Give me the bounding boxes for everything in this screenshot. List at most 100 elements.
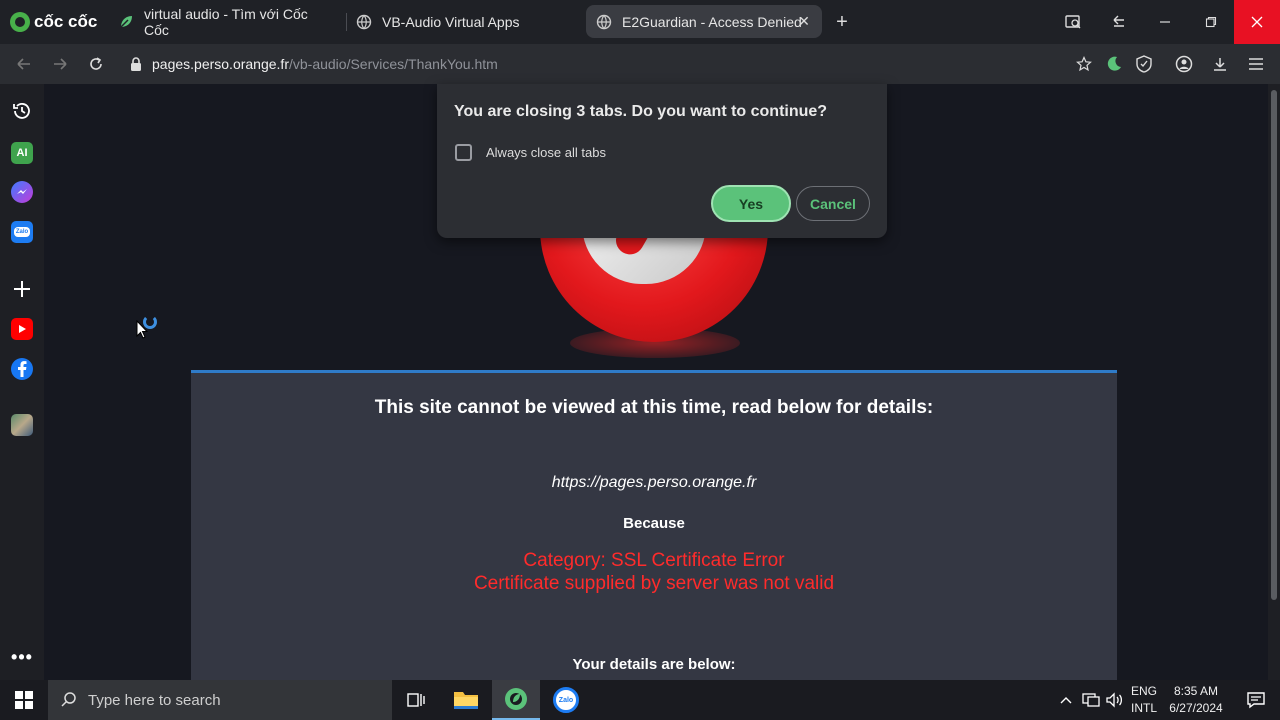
restore-icon — [1205, 16, 1217, 28]
folder-icon — [454, 692, 478, 709]
clock-time: 8:35 AM — [1173, 684, 1219, 698]
globe-icon — [596, 14, 612, 30]
dialog-title: You are closing 3 tabs. Do you want to c… — [454, 103, 828, 120]
forward-button[interactable] — [50, 54, 70, 74]
globe-icon — [356, 14, 372, 30]
zalo-icon-label: Zalo — [13, 227, 31, 237]
zalo-taskbar-label: Zalo — [558, 696, 574, 704]
profile-button[interactable] — [1174, 54, 1194, 74]
tab-title: VB-Audio Virtual Apps — [382, 13, 520, 30]
youtube-icon[interactable] — [11, 318, 33, 340]
tab-e2guardian[interactable]: E2Guardian - Access Denied ✕ — [586, 5, 822, 38]
shield-icon — [1136, 55, 1152, 73]
undo-arrow-icon — [1113, 15, 1124, 27]
moon-icon — [1107, 56, 1121, 71]
new-tab-button[interactable]: + — [832, 12, 852, 32]
ai-icon[interactable]: AI — [11, 142, 33, 164]
yes-button[interactable]: Yes — [711, 185, 791, 222]
coccoc-icon — [505, 688, 527, 710]
volume-button[interactable] — [1104, 680, 1126, 720]
tab-search-button[interactable] — [1050, 0, 1096, 44]
browser-logo[interactable]: cốc cốc — [10, 10, 97, 34]
hamburger-menu-icon — [1249, 58, 1263, 70]
language-code: ENG — [1130, 684, 1157, 698]
minimize-button[interactable] — [1142, 0, 1188, 44]
zalo-icon[interactable]: Zalo — [11, 221, 33, 243]
blocked-url: https://pages.perso.orange.fr — [551, 474, 757, 491]
notification-icon — [1247, 692, 1265, 709]
lock-icon — [131, 57, 141, 71]
arrow-right-icon — [54, 58, 67, 70]
adblock-button[interactable] — [1134, 54, 1154, 74]
messenger-icon[interactable] — [11, 181, 33, 203]
reload-button[interactable] — [86, 54, 106, 74]
windows-logo-icon — [15, 691, 33, 709]
coccoc-leaf-icon — [118, 14, 134, 30]
task-view-icon — [407, 693, 425, 707]
page-scrollbar[interactable] — [1268, 84, 1280, 680]
tab-search-icon — [1065, 15, 1081, 29]
minimize-icon — [1160, 21, 1170, 23]
history-icon[interactable] — [11, 100, 33, 122]
tab-bar: cốc cốc virtual audio - Tìm với Cốc Cốc … — [0, 0, 1280, 44]
error-reason: Certificate supplied by server was not v… — [473, 573, 835, 594]
facebook-icon[interactable] — [11, 358, 33, 380]
dark-mode-button[interactable] — [1104, 54, 1124, 74]
taskbar-search[interactable]: Type here to search — [48, 680, 392, 720]
task-view-button[interactable] — [392, 680, 440, 720]
zalo-taskbar-button[interactable]: Zalo — [542, 680, 590, 720]
coccoc-taskbar-button[interactable] — [492, 680, 540, 720]
keyboard-layout: INTL — [1130, 701, 1157, 715]
browser-brand: cốc cốc — [34, 12, 98, 31]
loading-spinner-icon — [143, 315, 157, 329]
always-close-label[interactable]: Always close all tabs — [486, 145, 606, 160]
close-icon — [1251, 16, 1263, 28]
main-menu-button[interactable] — [1246, 54, 1266, 74]
tab-vb-audio[interactable]: VB-Audio Virtual Apps — [346, 5, 582, 38]
photo-app-icon[interactable] — [11, 414, 33, 436]
bookmark-button[interactable] — [1074, 54, 1094, 74]
tab-virtual-audio[interactable]: virtual audio - Tìm với Cốc Cốc — [108, 5, 344, 38]
reload-icon — [90, 57, 102, 70]
tab-title: virtual audio - Tìm với Cốc Cốc — [144, 5, 308, 38]
show-hidden-icons-button[interactable] — [1056, 680, 1076, 720]
site-info-button[interactable] — [126, 54, 146, 74]
search-placeholder: Type here to search — [88, 692, 221, 709]
notifications-button[interactable] — [1232, 680, 1280, 720]
back-button[interactable] — [14, 54, 34, 74]
close-tab-icon[interactable]: ✕ — [796, 13, 812, 29]
always-close-checkbox[interactable] — [455, 144, 472, 161]
because-label: Because — [623, 515, 685, 532]
page-title: This site cannot be viewed at this time,… — [374, 397, 934, 418]
input-language[interactable]: ENG INTL — [1130, 684, 1158, 715]
clock[interactable]: 8:35 AM 6/27/2024 — [1164, 684, 1228, 715]
add-icon[interactable] — [11, 278, 33, 300]
network-button[interactable] — [1080, 680, 1102, 720]
downloads-button[interactable] — [1210, 54, 1230, 74]
speaker-icon — [1106, 692, 1123, 708]
search-icon — [61, 692, 76, 707]
cancel-button[interactable]: Cancel — [796, 186, 870, 221]
file-explorer-button[interactable] — [442, 680, 490, 720]
star-icon — [1076, 56, 1092, 72]
network-icon — [1082, 693, 1100, 707]
chevron-up-icon — [1060, 697, 1072, 704]
clock-date: 6/27/2024 — [1169, 701, 1223, 715]
url-host: pages.perso.orange.fr — [152, 56, 289, 72]
details-heading: Your details are below: — [572, 656, 736, 673]
close-window-button[interactable] — [1234, 0, 1280, 44]
url-field[interactable]: pages.perso.orange.fr/vb-audio/Services/… — [152, 56, 498, 72]
back-history-button[interactable] — [1096, 0, 1142, 44]
tab-title: E2Guardian - Access Denied — [622, 13, 802, 30]
account-icon — [1175, 55, 1193, 73]
ai-icon-label: AI — [16, 147, 28, 159]
restore-button[interactable] — [1188, 0, 1234, 44]
more-icon[interactable]: ••• — [11, 646, 33, 668]
address-bar: pages.perso.orange.fr/vb-audio/Services/… — [0, 44, 1280, 84]
scrollbar-thumb[interactable] — [1271, 90, 1277, 600]
start-button[interactable] — [0, 680, 48, 720]
close-tabs-dialog: You are closing 3 tabs. Do you want to c… — [437, 84, 887, 238]
arrow-left-icon — [17, 58, 30, 70]
sidebar: AI Zalo ••• — [0, 84, 44, 680]
coccoc-logo-icon — [10, 12, 30, 32]
